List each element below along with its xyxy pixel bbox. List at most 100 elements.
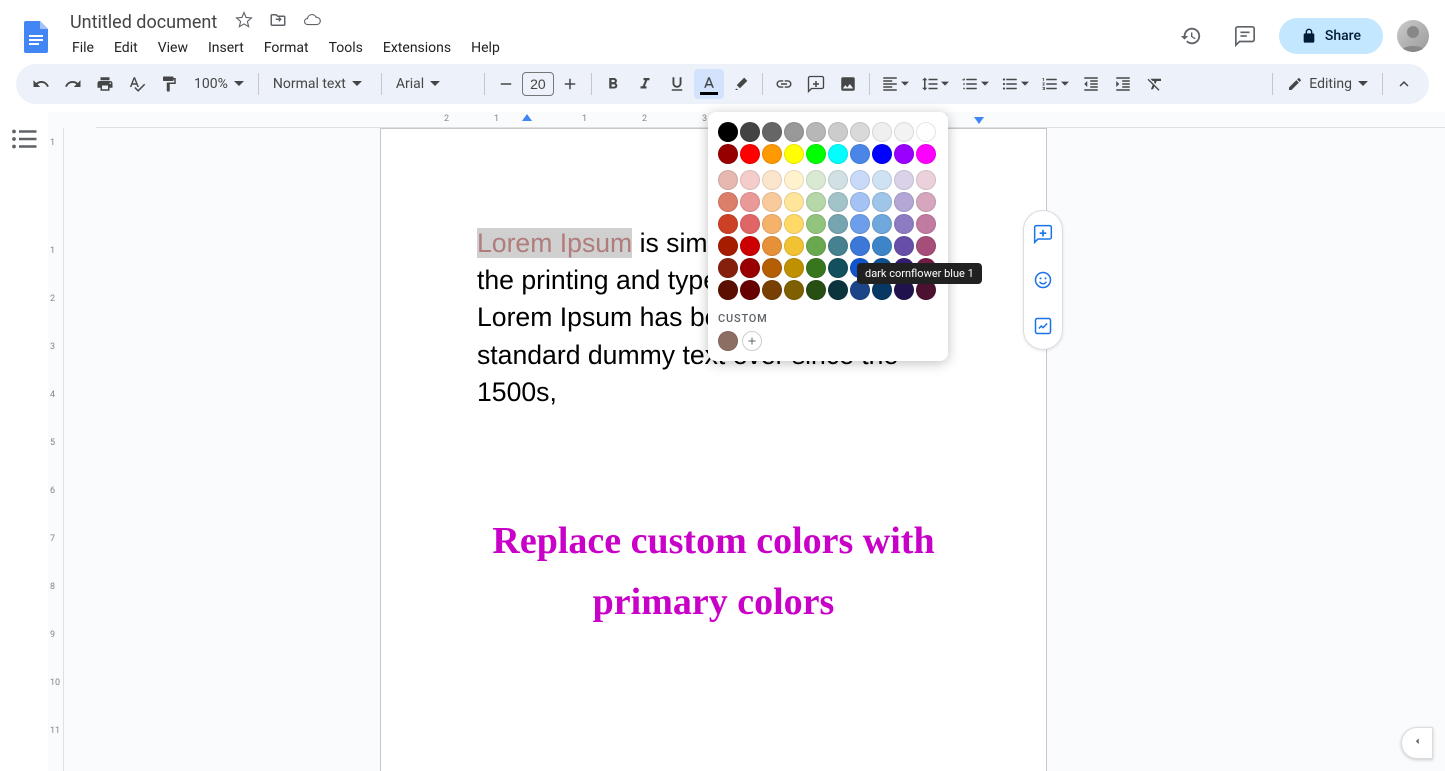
color-swatch[interactable]	[806, 170, 826, 190]
spellcheck-button[interactable]	[122, 69, 152, 99]
cloud-icon[interactable]	[303, 11, 321, 33]
color-swatch[interactable]	[806, 236, 826, 256]
color-swatch[interactable]	[872, 144, 892, 164]
color-swatch[interactable]	[718, 258, 738, 278]
selected-text[interactable]: Lorem Ipsum	[477, 228, 632, 258]
bullet-list-button[interactable]	[996, 69, 1034, 99]
color-swatch[interactable]	[828, 214, 848, 234]
color-swatch[interactable]	[718, 280, 738, 300]
color-swatch[interactable]	[828, 280, 848, 300]
color-swatch[interactable]	[894, 122, 914, 142]
color-swatch[interactable]	[916, 144, 936, 164]
color-swatch[interactable]	[894, 192, 914, 212]
add-custom-color-button[interactable]	[742, 331, 762, 351]
color-swatch[interactable]	[762, 192, 782, 212]
color-swatch[interactable]	[784, 214, 804, 234]
color-swatch[interactable]	[784, 280, 804, 300]
underline-button[interactable]	[662, 69, 692, 99]
color-swatch[interactable]	[894, 236, 914, 256]
color-swatch[interactable]	[762, 236, 782, 256]
explore-button[interactable]	[1401, 727, 1433, 759]
collapse-button[interactable]	[1389, 69, 1419, 99]
link-button[interactable]	[769, 69, 799, 99]
menu-extensions[interactable]: Extensions	[375, 36, 459, 60]
color-swatch[interactable]	[828, 144, 848, 164]
color-swatch[interactable]	[740, 258, 760, 278]
color-swatch[interactable]	[872, 122, 892, 142]
undo-button[interactable]	[26, 69, 56, 99]
color-swatch[interactable]	[894, 170, 914, 190]
color-swatch[interactable]	[740, 144, 760, 164]
history-icon[interactable]	[1171, 16, 1211, 56]
color-swatch[interactable]	[718, 170, 738, 190]
text-color-button[interactable]	[694, 69, 724, 99]
color-swatch[interactable]	[718, 122, 738, 142]
add-comment-side-button[interactable]	[1028, 219, 1058, 249]
color-swatch[interactable]	[740, 280, 760, 300]
bold-button[interactable]	[598, 69, 628, 99]
numbered-list-button[interactable]	[1036, 69, 1074, 99]
menu-format[interactable]: Format	[256, 36, 317, 60]
color-swatch[interactable]	[718, 192, 738, 212]
suggest-side-button[interactable]	[1028, 311, 1058, 341]
line-spacing-button[interactable]	[916, 69, 954, 99]
docs-logo[interactable]	[16, 14, 56, 58]
color-swatch[interactable]	[850, 144, 870, 164]
print-button[interactable]	[90, 69, 120, 99]
share-button[interactable]: Share	[1279, 18, 1383, 54]
color-swatch[interactable]	[916, 122, 936, 142]
color-swatch[interactable]	[784, 192, 804, 212]
color-swatch[interactable]	[740, 122, 760, 142]
color-swatch[interactable]	[762, 280, 782, 300]
color-swatch[interactable]	[850, 170, 870, 190]
font-size-input[interactable]	[522, 72, 554, 96]
highlight-button[interactable]	[726, 69, 756, 99]
color-swatch[interactable]	[828, 122, 848, 142]
color-swatch[interactable]	[784, 236, 804, 256]
menu-file[interactable]: File	[64, 36, 102, 60]
color-swatch[interactable]	[916, 236, 936, 256]
color-swatch[interactable]	[806, 214, 826, 234]
color-swatch[interactable]	[762, 258, 782, 278]
color-swatch[interactable]	[850, 214, 870, 234]
color-swatch[interactable]	[784, 258, 804, 278]
color-swatch[interactable]	[850, 236, 870, 256]
color-swatch[interactable]	[762, 214, 782, 234]
color-swatch[interactable]	[806, 280, 826, 300]
color-swatch[interactable]	[784, 170, 804, 190]
color-swatch[interactable]	[872, 214, 892, 234]
color-swatch[interactable]	[828, 258, 848, 278]
color-swatch[interactable]	[718, 144, 738, 164]
menu-insert[interactable]: Insert	[200, 36, 252, 60]
add-comment-button[interactable]	[801, 69, 831, 99]
color-swatch[interactable]	[828, 192, 848, 212]
color-swatch[interactable]	[762, 144, 782, 164]
color-swatch[interactable]	[828, 236, 848, 256]
image-button[interactable]	[833, 69, 863, 99]
color-swatch[interactable]	[784, 144, 804, 164]
checklist-button[interactable]	[956, 69, 994, 99]
color-swatch[interactable]	[828, 170, 848, 190]
emoji-side-button[interactable]	[1028, 265, 1058, 295]
user-avatar[interactable]	[1397, 20, 1429, 52]
color-swatch[interactable]	[894, 144, 914, 164]
font-dropdown[interactable]: Arial	[388, 69, 478, 99]
menu-view[interactable]: View	[150, 36, 196, 60]
color-swatch[interactable]	[916, 192, 936, 212]
color-swatch[interactable]	[872, 236, 892, 256]
editing-mode-dropdown[interactable]: Editing	[1279, 69, 1376, 99]
menu-edit[interactable]: Edit	[106, 36, 146, 60]
color-swatch[interactable]	[916, 170, 936, 190]
outline-toggle-button[interactable]	[9, 124, 39, 148]
paint-format-button[interactable]	[154, 69, 184, 99]
color-swatch[interactable]	[740, 192, 760, 212]
color-swatch[interactable]	[806, 192, 826, 212]
color-swatch[interactable]	[850, 192, 870, 212]
color-swatch[interactable]	[806, 122, 826, 142]
italic-button[interactable]	[630, 69, 660, 99]
color-swatch[interactable]	[916, 214, 936, 234]
color-swatch[interactable]	[850, 122, 870, 142]
redo-button[interactable]	[58, 69, 88, 99]
star-icon[interactable]	[235, 11, 253, 33]
color-swatch[interactable]	[718, 214, 738, 234]
